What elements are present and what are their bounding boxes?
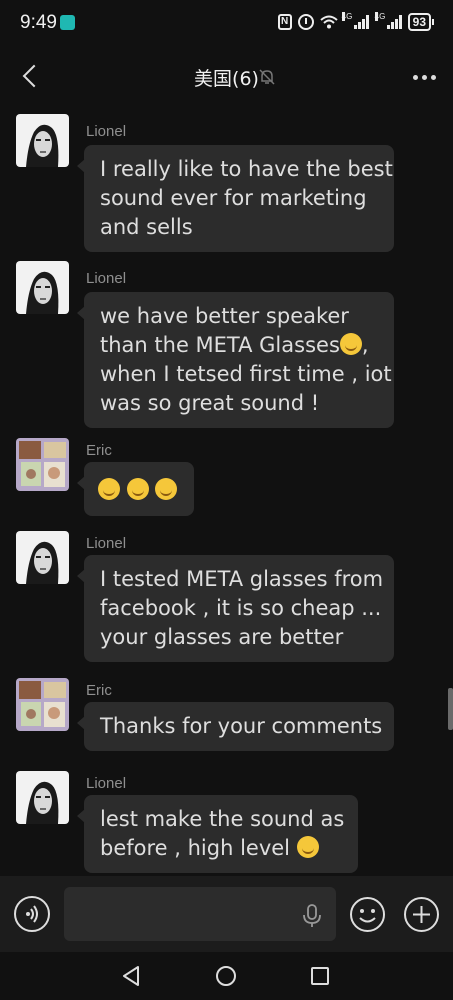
message-text: lest make the sound as [100,807,345,831]
input-bar [0,876,453,952]
network-type-label: 4G [341,12,353,21]
avatar-lionel[interactable] [16,261,69,314]
smiling-face-emoji [339,333,362,355]
grinning-face-emoji [155,478,178,500]
chat-messages[interactable]: Lionel I really like to have the best so… [0,108,453,876]
message-bubble[interactable]: Thanks for your comments [77,702,394,751]
triangle-back-icon[interactable] [120,964,142,988]
voice-icon [26,905,38,923]
battery-icon: 93 [407,13,435,31]
square-recents-icon[interactable] [311,967,329,985]
message-text: facebook , it is so cheap ... [100,596,382,620]
nfc-icon: N [277,14,292,30]
sender-name: Lionel [86,535,127,552]
microphone-icon[interactable] [300,903,324,929]
avatar-lionel[interactable] [16,771,69,824]
chat-header: 美国(6) [0,46,453,108]
carrier-app-icon [60,15,75,30]
laughing-tears-emoji [296,836,319,858]
avatar-eric[interactable] [16,678,69,731]
scrollbar[interactable] [448,688,453,730]
status-icons: N 4G 4G 93 [277,12,435,31]
message-text: your glasses are better [100,625,344,649]
signal-2-icon: 4G [374,12,402,29]
bell-slash-icon [259,69,275,85]
more-dots-icon [412,74,418,80]
sender-name: Eric [86,442,112,459]
status-time: 9:49 [20,12,57,33]
message-bubble[interactable]: I really like to have the best sound eve… [77,145,394,252]
sender-name: Lionel [86,123,127,140]
message-text: and sells [100,215,193,239]
message-bubble[interactable]: lest make the sound as before , high lev… [77,795,358,873]
plus-icon[interactable] [403,896,440,933]
message-text: than the META Glasses, [100,333,369,357]
message-text: I really like to have the best [100,157,393,181]
grinning-face-emoji [126,478,149,500]
message-input[interactable] [64,887,336,941]
network-type-label: 4G [374,12,386,21]
circle-home-icon[interactable] [216,966,236,986]
signal-1-icon: 4G [341,12,369,29]
status-bar: 9:49 N 4G 4G 93 [0,0,453,46]
message-text: sound ever for marketing [100,186,367,210]
smiley-icon[interactable] [349,896,386,933]
message-text: when I tetsed first time , iot [100,362,392,386]
voice-button[interactable] [14,896,50,932]
system-nav-bar [0,952,453,1000]
message-text: before , high level [100,834,342,863]
sender-name: Lionel [86,270,127,287]
message-bubble[interactable]: I tested META glasses from facebook , it… [77,555,394,662]
message-text: we have better speaker [100,304,349,328]
alarm-icon [297,14,314,30]
grinning-face-emoji [98,478,120,500]
message-text: I tested META glasses from [100,567,384,591]
avatar-lionel[interactable] [16,531,69,584]
message-text: Thanks for your comments [100,714,383,738]
sender-name: Eric [86,682,112,699]
message-bubble[interactable]: we have better speaker than the META Gla… [77,292,394,428]
avatar-eric[interactable] [16,438,69,491]
more-button[interactable] [409,64,439,90]
sender-name: Lionel [86,775,127,792]
chat-title: 美国(6) [194,68,259,90]
message-text: was so great sound ! [100,391,320,415]
avatar-lionel[interactable] [16,114,69,167]
wifi-icon [319,15,338,29]
message-bubble[interactable] [77,462,194,516]
